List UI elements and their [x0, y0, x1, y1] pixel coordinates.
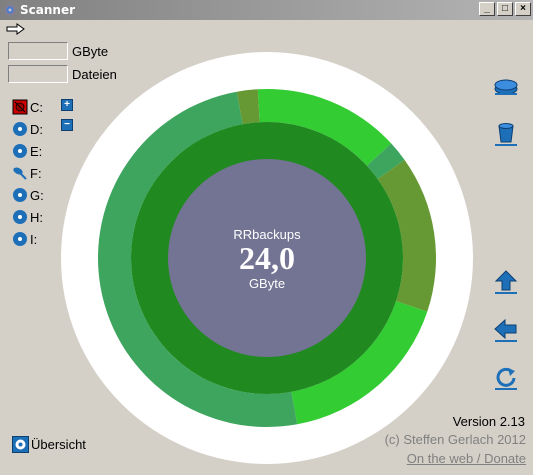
bucket-icon	[495, 123, 517, 146]
overview-button[interactable]: Übersicht	[12, 436, 86, 453]
back-button[interactable]	[490, 314, 522, 346]
web-donate-link[interactable]: On the web / Donate	[407, 451, 526, 466]
center-size-unit: GByte	[248, 276, 286, 291]
scan-drive-button[interactable]	[490, 70, 522, 102]
center-size-value: 24,0	[239, 240, 295, 276]
clear-button[interactable]	[490, 118, 522, 150]
overview-label: Übersicht	[31, 437, 86, 452]
version-text: Version 2.13	[452, 414, 525, 429]
copyright-text: (c) Steffen Gerlach 2012	[384, 432, 526, 447]
up-arrow-icon	[494, 270, 518, 294]
overview-icon	[12, 436, 29, 453]
refresh-button[interactable]	[490, 362, 522, 394]
left-arrow-icon	[494, 318, 517, 342]
up-level-button[interactable]	[490, 266, 522, 298]
refresh-icon	[495, 367, 517, 390]
drive-scan-icon	[494, 79, 518, 95]
